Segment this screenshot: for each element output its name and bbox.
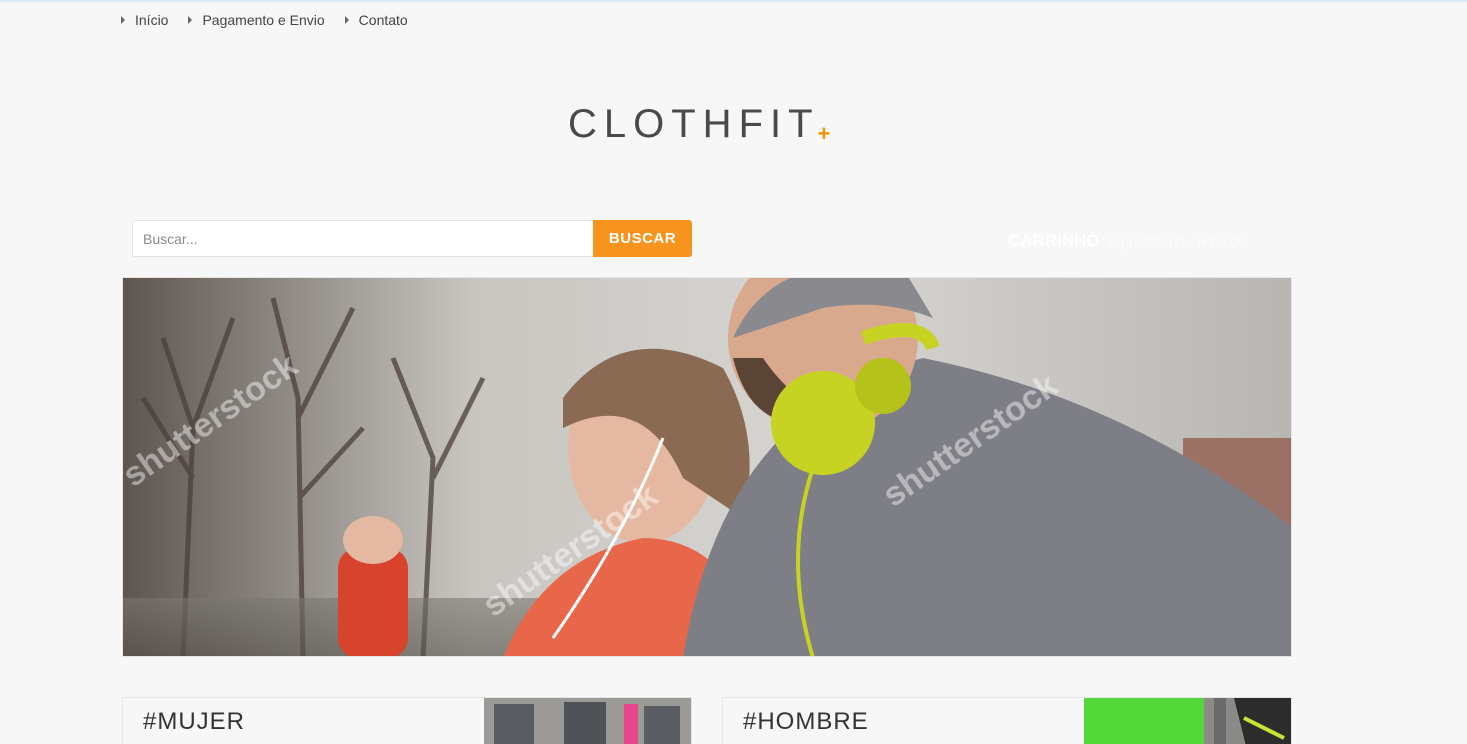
- nav-item-inicio[interactable]: Início: [121, 12, 168, 28]
- search-button[interactable]: BUSCAR: [593, 220, 692, 257]
- search-bar: BUSCAR: [132, 220, 692, 257]
- caret-right-icon: [344, 16, 349, 24]
- nav-item-label: Início: [135, 12, 169, 28]
- caret-right-icon: [121, 16, 125, 24]
- top-nav: Início Pagamento e Envio Contato: [121, 12, 428, 28]
- site-logo[interactable]: CLOTHFIT +: [568, 102, 830, 147]
- cart-info: 0 produto(s) - R$ 0,00: [1109, 233, 1247, 249]
- logo-text: CLOTHFIT: [568, 102, 820, 146]
- category-card-mujer[interactable]: #MUJER: [122, 697, 692, 744]
- nav-item-pagamento-envio[interactable]: Pagamento e Envio: [188, 12, 325, 28]
- hero-banner[interactable]: shutterstock shutterstock shutterstock: [122, 277, 1292, 657]
- caret-right-icon: [188, 16, 193, 24]
- cart-label: CARRINHO:: [1008, 231, 1106, 250]
- category-card-hombre[interactable]: #HOMBRE: [722, 697, 1292, 744]
- nav-item-label: Contato: [358, 12, 408, 28]
- cart-summary[interactable]: CARRINHO: 0 produto(s) - R$ 0,00: [1008, 231, 1246, 251]
- hero-image: shutterstock shutterstock shutterstock: [123, 278, 1291, 656]
- nav-item-label: Pagamento e Envio: [202, 12, 325, 28]
- category-thumbnail: [484, 698, 691, 744]
- search-input[interactable]: [132, 220, 593, 257]
- logo-plus-icon: +: [817, 121, 831, 146]
- category-thumbnail: [1084, 698, 1291, 744]
- category-title: #HOMBRE: [743, 708, 869, 735]
- nav-item-contato[interactable]: Contato: [344, 12, 408, 28]
- category-title: #MUJER: [143, 708, 246, 735]
